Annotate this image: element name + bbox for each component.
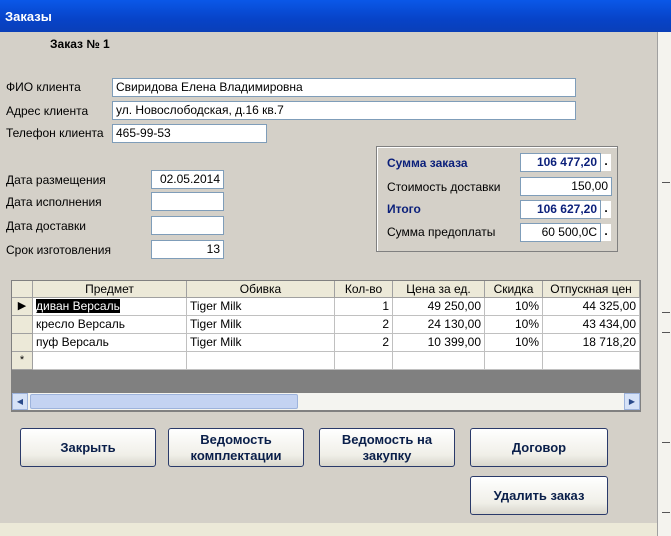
date-placed-field[interactable]: 02.05.2014 [151,170,224,189]
window-bottom-edge [0,523,657,536]
client-address-field[interactable]: ул. Новослободская, д.16 кв.7 [112,101,576,120]
table-row-cell-upholstery[interactable]: Tiger Milk [187,298,335,316]
prepayment-label: Сумма предоплаты [387,225,496,239]
column-header-unit-price[interactable]: Цена за ед. [393,281,485,298]
table-row-cell-unit-price[interactable]: 10 399,00 [393,334,485,352]
table-row-cell-sale-price[interactable]: 43 434,00 [543,316,640,334]
purchase-report-button[interactable]: Ведомость на закупку [319,428,455,467]
table-row-cell-unit-price[interactable]: 24 130,00 [393,316,485,334]
new-row-cell[interactable] [543,352,640,370]
total-label: Итого [387,202,421,216]
table-row-cell-sale-price[interactable]: 44 325,00 [543,298,640,316]
row-selector[interactable] [12,334,33,352]
client-address-label: Адрес клиента [6,104,89,118]
delivery-cost-field[interactable]: 150,00 [520,177,612,196]
delivery-cost-label: Стоимость доставки [387,180,501,194]
purchase-report-label-line1: Ведомость на [341,431,433,447]
table-row-cell-sale-price[interactable]: 18 718,20 [543,334,640,352]
table-row-cell-item[interactable]: диван Версаль [33,298,187,316]
edge-mark [662,182,670,183]
order-form: Заказ № 1 ФИО клиента Свиридова Елена Вл… [0,32,657,523]
new-row-selector[interactable]: * [12,352,33,370]
table-row-cell-quantity[interactable]: 1 [335,298,393,316]
new-row-cell[interactable] [187,352,335,370]
table-row-cell-upholstery[interactable]: Tiger Milk [187,316,335,334]
window-title: Заказы [5,9,52,24]
bom-report-label-line1: Ведомость [200,431,272,447]
client-phone-field[interactable]: 465-99-53 [112,124,267,143]
new-row-cell[interactable] [335,352,393,370]
date-completed-label: Дата исполнения [6,195,102,209]
background-window-edge [657,32,671,536]
column-header-upholstery[interactable]: Обивка [187,281,335,298]
column-header-sale-price[interactable]: Отпускная цен [543,281,640,298]
production-term-field[interactable]: 13 [151,240,224,259]
purchase-report-label-line2: закупку [362,447,412,463]
table-row-cell-quantity[interactable]: 2 [335,334,393,352]
edge-mark [662,332,670,333]
scroll-right-arrow-icon[interactable]: ▶ [624,393,640,410]
production-term-label: Срок изготовления [6,243,111,257]
column-header-quantity[interactable]: Кол-во [335,281,393,298]
order-sum-label: Сумма заказа [387,156,468,170]
new-row-cell[interactable] [485,352,543,370]
new-row-cell[interactable] [33,352,187,370]
close-button[interactable]: Закрыть [20,428,156,467]
row-selector-current[interactable]: ▶ [12,298,33,316]
table-row-cell-unit-price[interactable]: 49 250,00 [393,298,485,316]
client-phone-label: Телефон клиента [6,126,104,140]
table-row-cell-item[interactable]: пуф Версаль [33,334,187,352]
bom-report-label-line2: комплектации [190,447,282,463]
total-dot: . [601,201,611,218]
client-name-field[interactable]: Свиридова Елена Владимировна [112,78,576,97]
date-delivery-field[interactable] [151,216,224,235]
delete-order-button[interactable]: Удалить заказ [470,476,608,515]
scroll-left-arrow-icon[interactable]: ◀ [12,393,28,410]
date-completed-field[interactable] [151,192,224,211]
selected-cell-text: диван Версаль [36,299,120,313]
column-header-discount[interactable]: Скидка [485,281,543,298]
edge-mark [662,512,670,513]
prepayment-dot: . [601,224,611,241]
window-titlebar[interactable]: Заказы [0,0,671,32]
order-sum-dot: . [601,154,611,171]
contract-button[interactable]: Договор [470,428,608,467]
table-row-cell-item[interactable]: кресло Версаль [33,316,187,334]
edge-mark [662,442,670,443]
prepayment-field[interactable]: 60 500,0С [520,223,601,242]
new-row-cell[interactable] [393,352,485,370]
edge-mark [662,312,670,313]
order-sum-field[interactable]: 106 477,20 [520,153,601,172]
grid-horizontal-scrollbar[interactable]: ◀ ▶ [12,393,640,410]
table-row-cell-quantity[interactable]: 2 [335,316,393,334]
bom-report-button[interactable]: Ведомость комплектации [168,428,304,467]
table-row-cell-discount[interactable]: 10% [485,298,543,316]
total-field[interactable]: 106 627,20 [520,200,601,219]
date-delivery-label: Дата доставки [6,219,86,233]
column-header-item[interactable]: Предмет [33,281,187,298]
table-row-cell-upholstery[interactable]: Tiger Milk [187,334,335,352]
order-heading: Заказ № 1 [50,37,110,51]
client-name-label: ФИО клиента [6,80,81,94]
order-items-grid[interactable]: Предмет Обивка Кол-во Цена за ед. Скидка… [11,280,641,412]
grid-corner-header [12,281,33,298]
table-row-cell-discount[interactable]: 10% [485,334,543,352]
scroll-thumb[interactable] [30,394,298,409]
row-selector[interactable] [12,316,33,334]
table-row-cell-discount[interactable]: 10% [485,316,543,334]
date-placed-label: Дата размещения [6,173,106,187]
